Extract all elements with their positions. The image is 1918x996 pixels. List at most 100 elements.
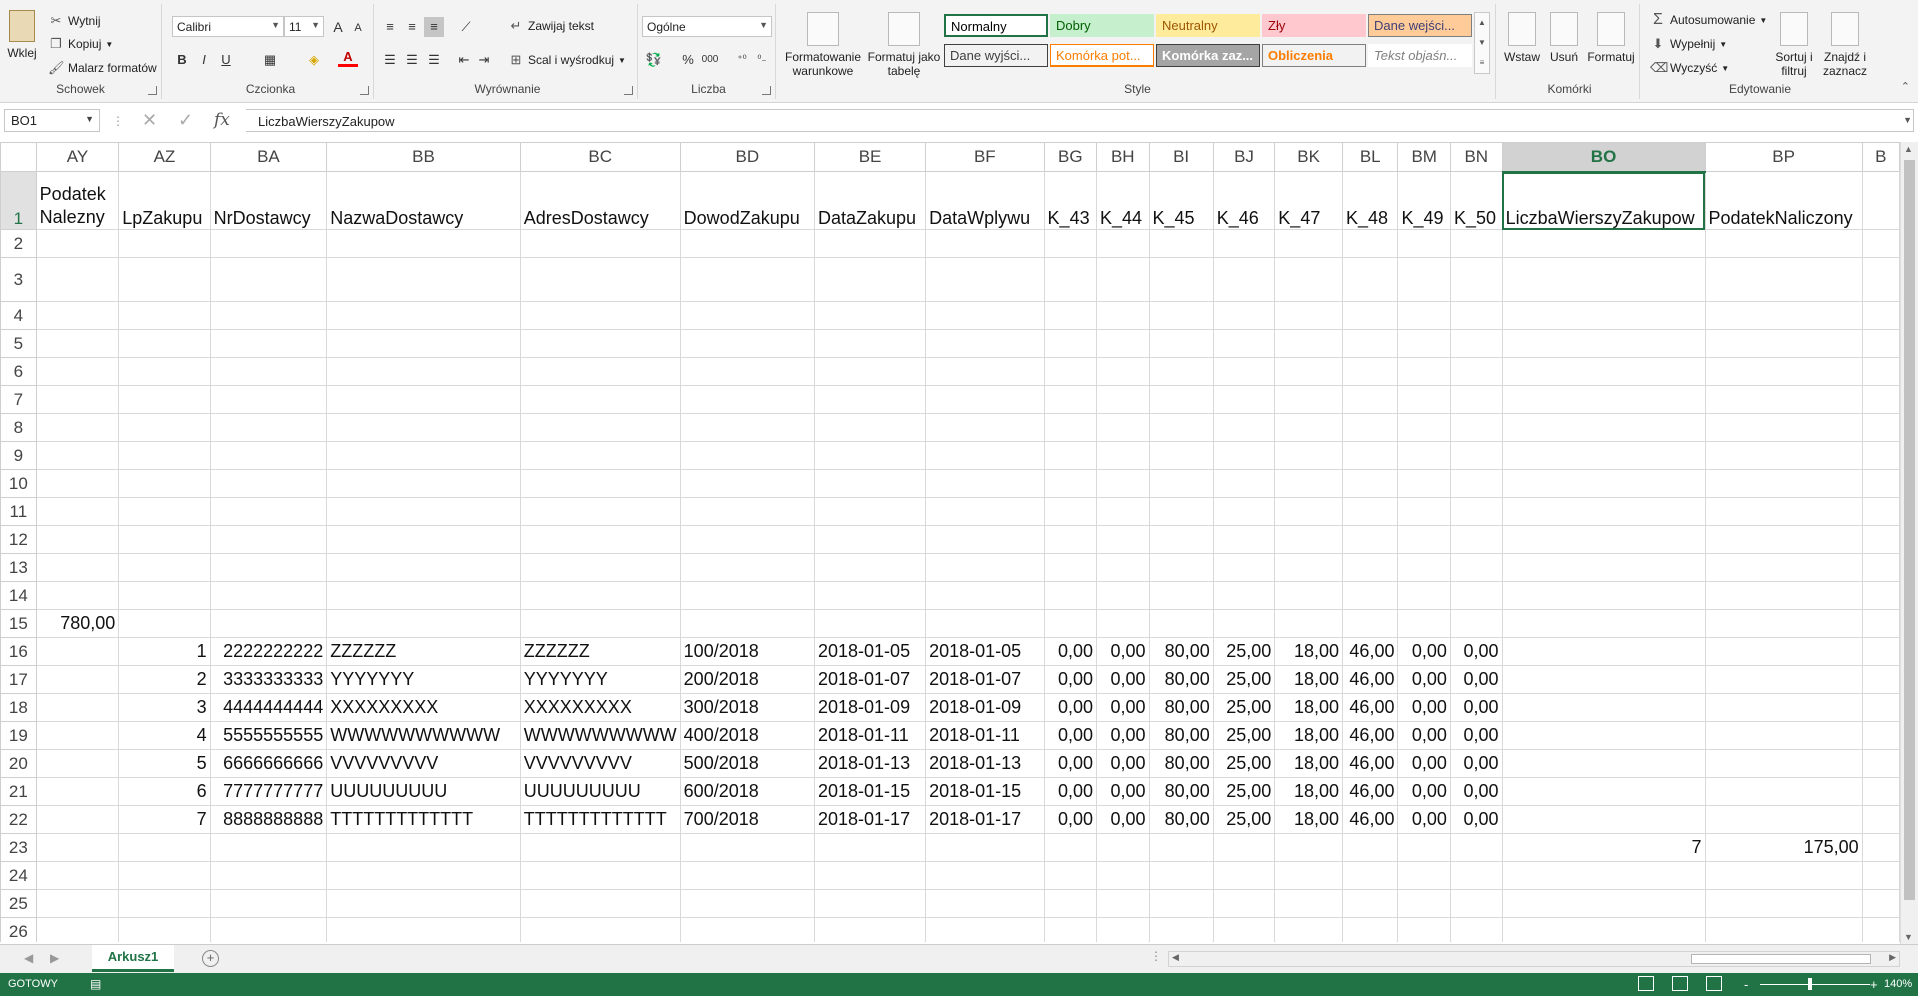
format-painter-button[interactable]: 🖌 Malarz formatów [48,60,157,76]
cell-BN23[interactable] [1449,833,1503,862]
cell-BP12[interactable] [1704,525,1863,554]
cell-BN16[interactable]: 0,00 [1449,637,1503,666]
cell-B1[interactable] [1861,171,1900,230]
column-header[interactable]: BN [1449,142,1503,172]
cell-B23[interactable] [1861,833,1900,862]
row-header[interactable]: 26 [0,917,37,942]
wrap-text-button[interactable]: ↵ Zawijaj tekst [508,18,594,34]
cell-BC13[interactable] [519,553,681,582]
cell-BD26[interactable] [679,917,816,942]
cell-BB10[interactable] [326,469,521,498]
cell-BM7[interactable] [1397,385,1451,414]
cell-BB18[interactable]: XXXXXXXXX [326,693,521,722]
cell-BE18[interactable]: 2018-01-09 [813,693,927,722]
cell-BE3[interactable] [813,257,927,302]
cell-BG4[interactable] [1043,301,1098,330]
grow-font-button[interactable]: A [328,17,348,37]
cell-BE14[interactable] [813,581,927,610]
column-header[interactable]: BP [1704,142,1863,172]
cell-style-0[interactable]: Normalny [944,14,1048,37]
increase-indent-icon[interactable]: ⇥ [474,50,494,70]
column-header[interactable]: BH [1096,142,1150,172]
cell-BK12[interactable] [1274,525,1343,554]
cell-BD14[interactable] [679,581,816,610]
zoom-slider[interactable] [1760,984,1870,985]
cell-BF21[interactable]: 2018-01-15 [925,777,1045,806]
cell-BP1[interactable]: PodatekNaliczony [1704,171,1863,230]
row-header[interactable]: 21 [0,777,37,806]
row-header[interactable]: 20 [0,749,37,778]
cell-AZ21[interactable]: 6 [118,777,211,806]
cell-BI8[interactable] [1148,413,1214,442]
cell-BK4[interactable] [1274,301,1343,330]
cell-BF6[interactable] [925,357,1045,386]
column-header[interactable]: AZ [118,142,211,172]
cell-BP20[interactable] [1704,749,1863,778]
cell-BG14[interactable] [1043,581,1098,610]
cell-BE4[interactable] [813,301,927,330]
cell-BI9[interactable] [1148,441,1214,470]
row-header[interactable]: 9 [0,441,37,470]
collapse-ribbon-icon[interactable]: ⌃ [1901,80,1910,93]
cell-BN4[interactable] [1449,301,1503,330]
cell-BK10[interactable] [1274,469,1343,498]
align-center-icon[interactable]: ☰ [402,50,422,70]
cell-AZ17[interactable]: 2 [118,665,211,694]
cell-BA11[interactable] [209,497,328,526]
cell-BJ12[interactable] [1212,525,1276,554]
cell-BH16[interactable]: 0,00 [1096,637,1150,666]
cell-B18[interactable] [1861,693,1900,722]
cell-BC25[interactable] [519,889,681,918]
cell-BP10[interactable] [1704,469,1863,498]
cell-BI13[interactable] [1148,553,1214,582]
cell-BO24[interactable] [1501,861,1706,890]
cell-BD7[interactable] [679,385,816,414]
cell-BG19[interactable]: 0,00 [1043,721,1098,750]
cell-AY12[interactable] [35,525,120,554]
row-header[interactable]: 10 [0,469,37,498]
scroll-thumb[interactable] [1904,160,1915,900]
cell-style-1[interactable]: Dobry [1050,14,1154,37]
cell-style-5[interactable]: Dane wyjści... [944,44,1048,67]
cell-BC16[interactable]: ZZZZZZ [519,637,681,666]
cell-BI15[interactable] [1148,609,1214,638]
cell-BJ8[interactable] [1212,413,1276,442]
cell-BE19[interactable]: 2018-01-11 [813,721,927,750]
cell-BN13[interactable] [1449,553,1503,582]
cell-B24[interactable] [1861,861,1900,890]
cell-B16[interactable] [1861,637,1900,666]
hscroll-thumb[interactable] [1691,954,1871,964]
cell-BO16[interactable] [1501,637,1706,666]
sheet-tab-arkusz1[interactable]: Arkusz1 [92,945,174,972]
cell-BJ18[interactable]: 25,00 [1212,693,1276,722]
cell-BO17[interactable] [1501,665,1706,694]
cell-BK16[interactable]: 18,00 [1274,637,1343,666]
cell-BO25[interactable] [1501,889,1706,918]
cell-BL9[interactable] [1341,441,1399,470]
cell-BL14[interactable] [1341,581,1399,610]
cell-BC12[interactable] [519,525,681,554]
cell-BL15[interactable] [1341,609,1399,638]
name-box[interactable]: BO1 ▼ [4,109,100,132]
cell-BM8[interactable] [1397,413,1451,442]
cell-BN6[interactable] [1449,357,1503,386]
cell-BJ6[interactable] [1212,357,1276,386]
cell-BP8[interactable] [1704,413,1863,442]
cell-BA6[interactable] [209,357,328,386]
decrease-indent-icon[interactable]: ⇤ [454,50,474,70]
cell-BO20[interactable] [1501,749,1706,778]
autosum-button[interactable]: Σ Autosumowanie ▼ [1650,12,1767,28]
cell-BB23[interactable] [326,833,521,862]
cell-B19[interactable] [1861,721,1900,750]
cell-BP4[interactable] [1704,301,1863,330]
cell-BA13[interactable] [209,553,328,582]
cell-BO12[interactable] [1501,525,1706,554]
paste-button[interactable]: Wklej [2,10,42,60]
cell-BG11[interactable] [1043,497,1098,526]
cell-BG2[interactable] [1043,229,1098,258]
cell-BB20[interactable]: VVVVVVVVV [326,749,521,778]
cell-BD19[interactable]: 400/2018 [679,721,816,750]
cell-BM2[interactable] [1397,229,1451,258]
cell-BI4[interactable] [1148,301,1214,330]
cell-AZ1[interactable]: LpZakupu [118,171,211,230]
